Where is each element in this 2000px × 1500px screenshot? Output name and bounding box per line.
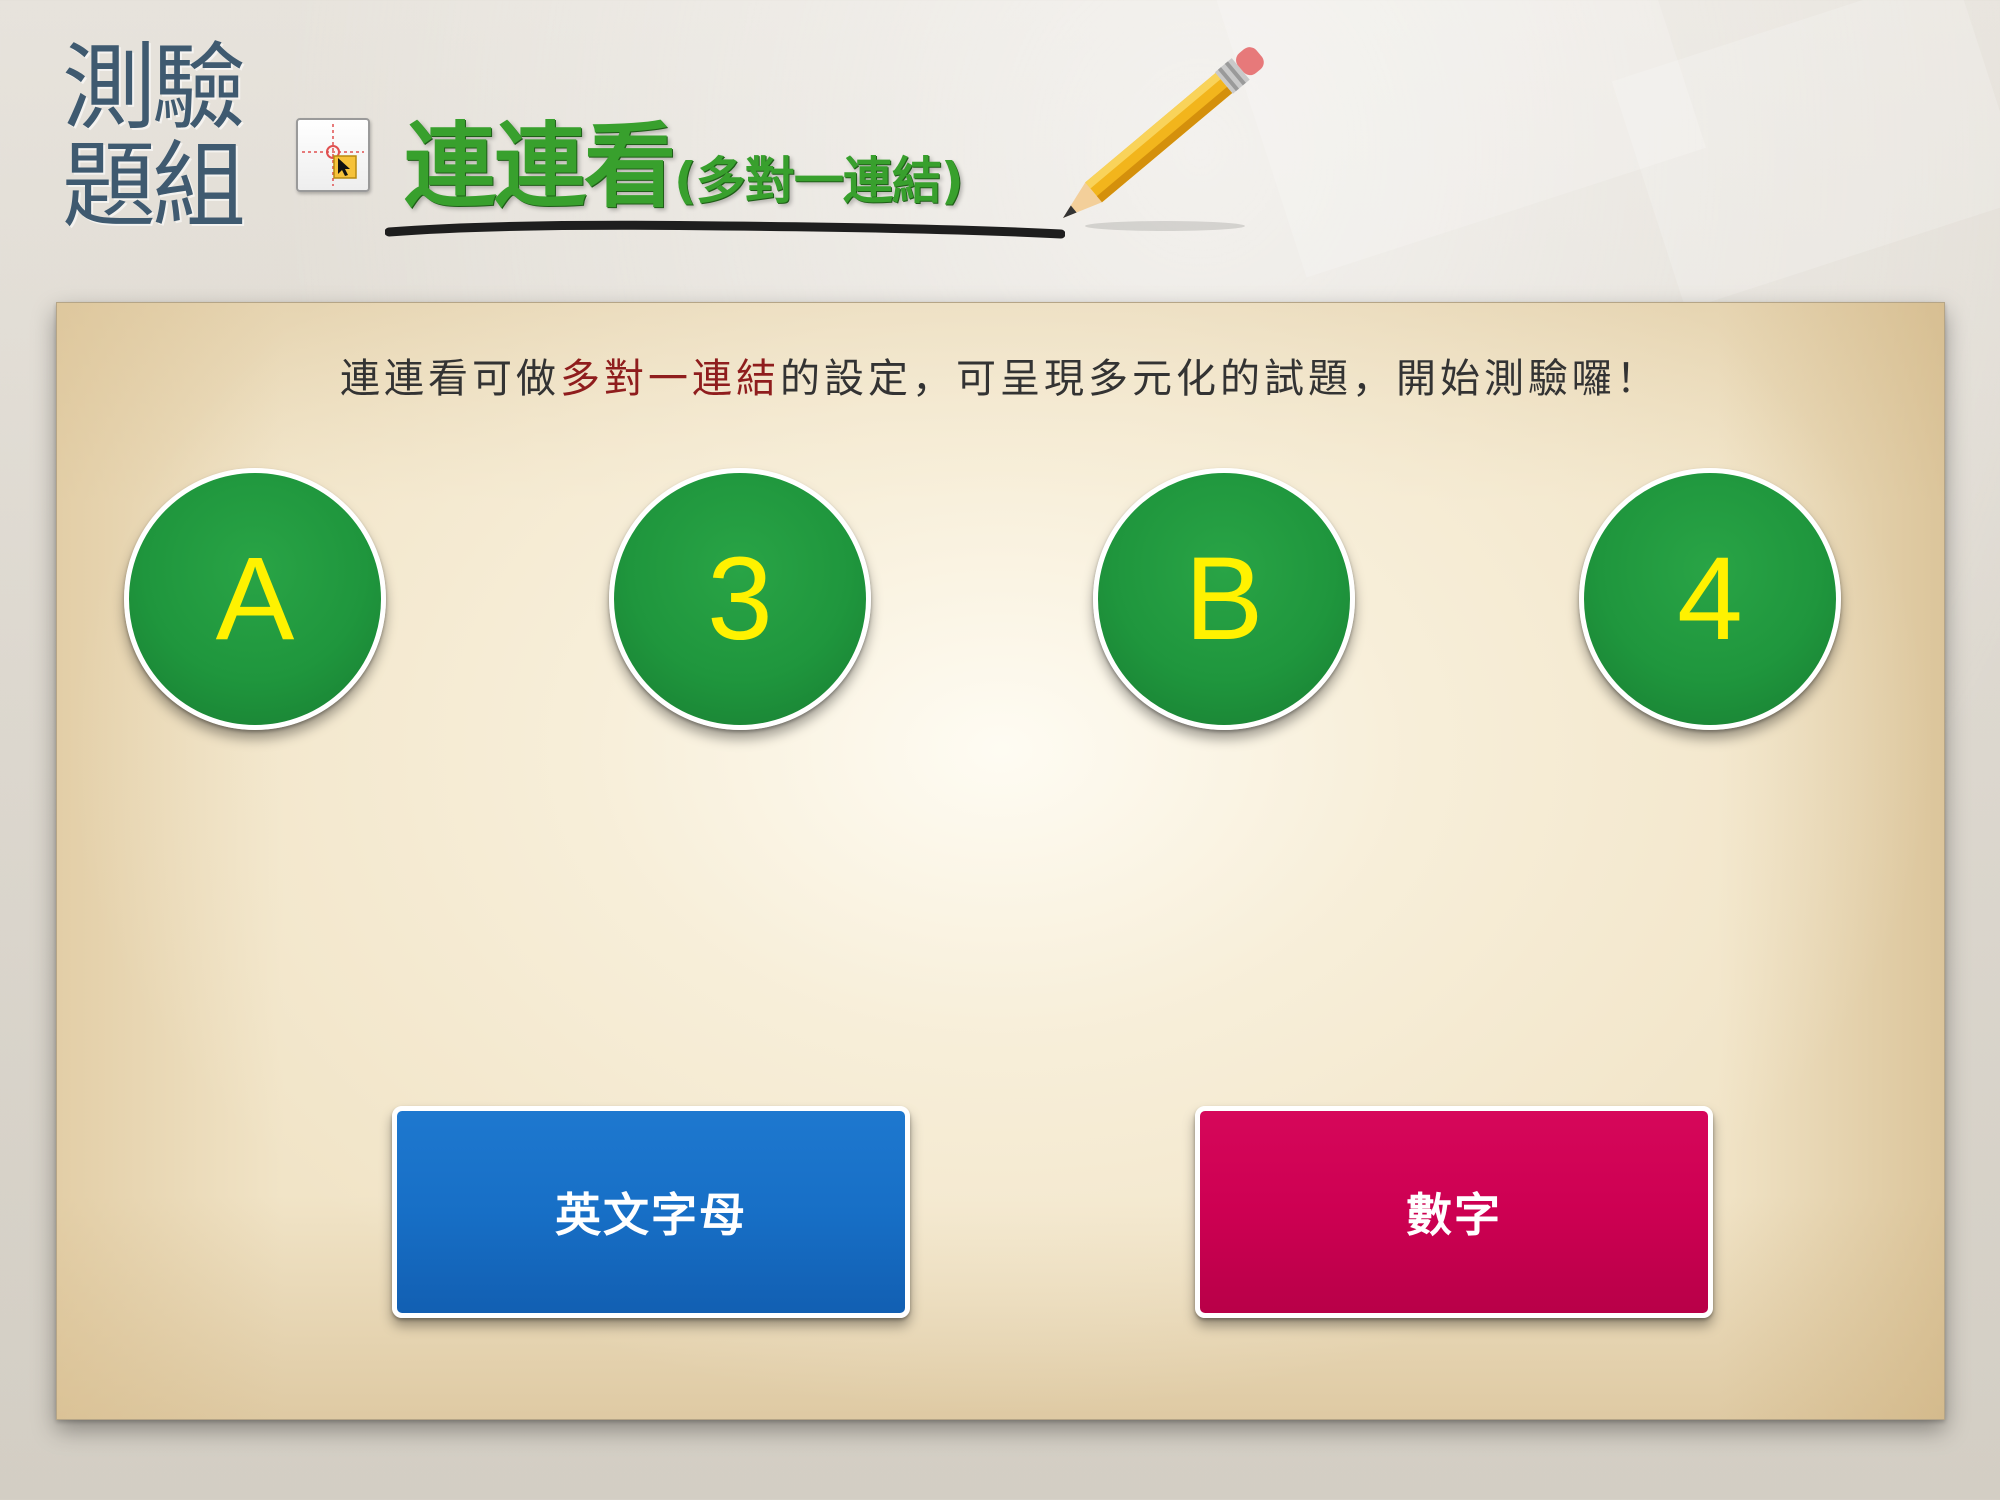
section-title-line1: 測驗 [62, 34, 246, 143]
match-item-b[interactable]: B [1093, 468, 1355, 730]
match-item-label: 4 [1677, 533, 1743, 665]
match-item-label: A [215, 533, 295, 665]
target-label: 數字 [1406, 1188, 1502, 1242]
crosshair-cursor-icon [296, 118, 370, 192]
instruction-highlight: 多對一連結 [560, 356, 780, 402]
match-item-label: B [1184, 533, 1264, 665]
instruction-part1: 連連看可做 [340, 356, 560, 402]
target-label: 英文字母 [555, 1188, 747, 1242]
target-english-letters[interactable]: 英文字母 [392, 1106, 910, 1318]
page-title-main: 連連看 [404, 113, 676, 220]
page-title: 連連看(多對一連結) [404, 92, 964, 225]
pencil-icon [1063, 47, 1264, 231]
match-item-4[interactable]: 4 [1579, 468, 1841, 730]
instruction-part2: 的設定，可呈現多元化的試題，開始測驗囉！ [780, 356, 1660, 402]
instruction-text: 連連看可做多對一連結的設定，可呈現多元化的試題，開始測驗囉！ [0, 346, 2000, 404]
match-item-label: 3 [707, 533, 773, 665]
target-numbers[interactable]: 數字 [1195, 1106, 1713, 1318]
title-underline [385, 220, 1065, 239]
page-title-sub: (多對一連結) [674, 152, 964, 210]
section-title: 測驗 題組 [62, 40, 272, 236]
match-item-a[interactable]: A [124, 468, 386, 730]
section-title-line2: 題組 [62, 132, 246, 241]
match-item-3[interactable]: 3 [609, 468, 871, 730]
